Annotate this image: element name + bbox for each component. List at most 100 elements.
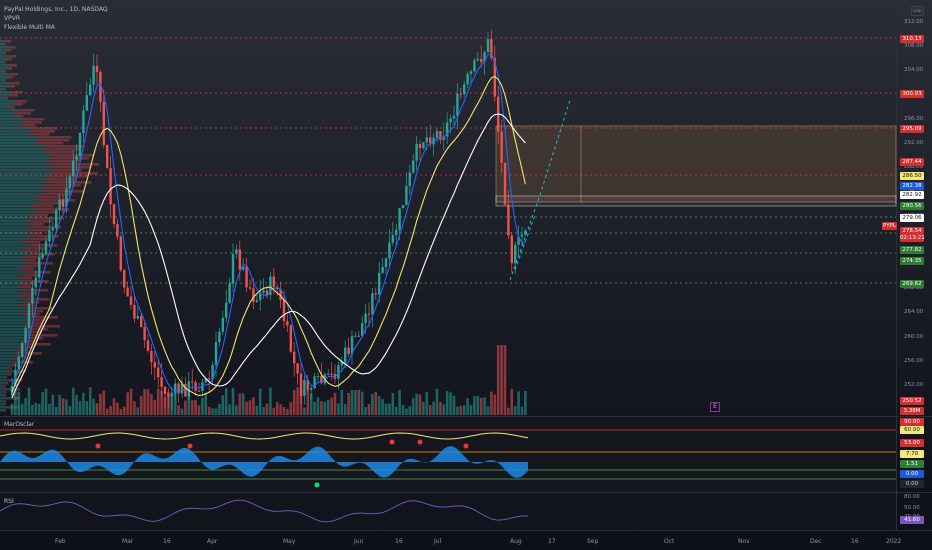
volume-bar <box>241 393 245 415</box>
vp-bar-up <box>0 181 51 184</box>
vp-bar-up <box>0 214 27 217</box>
vp-bar-up <box>0 289 27 292</box>
volume-bar <box>99 393 102 415</box>
time-tick: Mar <box>122 538 134 545</box>
volume-bar <box>150 394 153 415</box>
price-tick: 308.00 <box>904 43 924 50</box>
oscillator-label[interactable]: MarOsclar <box>4 421 34 428</box>
volume-bar <box>401 404 405 415</box>
volume-bar <box>238 393 242 415</box>
vp-bar-up <box>0 226 34 229</box>
candle-body <box>208 378 211 380</box>
volume-bar <box>360 391 364 415</box>
vp-bar-up <box>0 358 11 361</box>
vp-bar-up <box>0 124 20 127</box>
volume-bar <box>415 393 418 415</box>
volume-bar <box>17 391 21 415</box>
volume-bar <box>258 388 262 415</box>
indicator-ma-label[interactable]: Flexible Multi MA <box>4 24 55 31</box>
price-tag: 269.62 <box>900 280 924 288</box>
volume-bar <box>449 392 452 415</box>
vp-bar-up <box>0 259 21 262</box>
volume-bar <box>112 398 116 415</box>
vp-bar-up <box>0 148 45 151</box>
candle-body <box>160 377 163 387</box>
volume-bar <box>405 408 408 415</box>
candle-body <box>68 176 71 189</box>
vp-bar-up <box>0 58 7 61</box>
time-tick: May <box>283 538 296 545</box>
vp-bar-up <box>0 163 55 166</box>
candle-body <box>289 325 292 352</box>
volume-bar <box>65 399 68 415</box>
vp-bar-down <box>46 190 84 193</box>
volume-bar <box>486 406 490 415</box>
vp-bar-up <box>0 394 4 397</box>
vp-bar-up <box>0 85 9 88</box>
volume-bar <box>44 388 48 415</box>
candle-body <box>473 60 476 72</box>
volume-bar <box>231 387 235 415</box>
time-tick: Apr <box>207 538 218 545</box>
vp-bar-up <box>0 340 21 343</box>
volume-bar <box>116 402 119 415</box>
vp-bar-down <box>22 241 41 244</box>
candle-body <box>520 234 524 237</box>
vp-bar-down <box>32 325 60 328</box>
price-tag: 250.52 <box>900 397 924 405</box>
candle-body <box>262 290 265 293</box>
indicator-vpvr-label[interactable]: VPVR <box>4 15 20 22</box>
candle-body <box>38 257 41 278</box>
vp-bar-up <box>0 331 24 334</box>
vp-bar-up <box>0 166 51 169</box>
vp-bar-down <box>27 298 50 301</box>
candle-body <box>41 253 44 258</box>
vp-bar-up <box>0 409 4 412</box>
volume-bar <box>500 345 503 415</box>
vp-bar-down <box>3 391 7 394</box>
volume-bar <box>92 398 95 415</box>
vp-bar-up <box>0 343 28 346</box>
candle-body <box>167 393 170 397</box>
candle-body <box>330 373 333 375</box>
vp-bar-down <box>25 247 47 250</box>
volume-bar <box>326 399 330 415</box>
vp-bar-up <box>0 271 28 274</box>
price-tag: 282.92 <box>900 191 924 199</box>
volume-bar <box>75 394 78 415</box>
candle-body <box>374 293 377 295</box>
candle-body <box>459 93 462 95</box>
vp-bar-down <box>14 100 28 103</box>
volume-bar <box>211 408 214 415</box>
vp-bar-down <box>7 106 15 109</box>
vp-bar-down <box>31 334 58 337</box>
candle-body <box>395 229 398 236</box>
price-tag: 3.38M <box>900 407 924 415</box>
vp-bar-up <box>0 352 23 355</box>
candle-body <box>75 156 78 161</box>
volume-bar <box>493 394 497 415</box>
rsi-value-tag: 41.60 <box>900 516 924 524</box>
candle-body <box>150 350 153 363</box>
volume-bar <box>286 408 289 415</box>
vp-bar-down <box>26 238 49 241</box>
vp-bar-down <box>4 376 8 379</box>
earnings-event-marker[interactable]: E <box>710 402 720 412</box>
volume-bar <box>517 391 520 415</box>
volume-bar <box>469 405 473 415</box>
price-tag: 280.56 <box>900 202 924 210</box>
vp-bar-up <box>0 298 28 301</box>
volume-bar <box>136 407 140 415</box>
candle-body <box>272 276 275 287</box>
vp-bar-up <box>0 40 7 43</box>
volume-bar <box>466 398 469 415</box>
vp-bar-down <box>31 211 58 214</box>
price-tag: 287.44 <box>900 158 924 166</box>
vp-bar-up <box>0 247 26 250</box>
currency-button[interactable]: USD <box>911 6 924 16</box>
candle-body <box>327 373 330 375</box>
chart-canvas[interactable] <box>0 0 932 550</box>
pane-divider <box>0 492 932 493</box>
candle-body <box>405 186 408 206</box>
rsi-label[interactable]: RSI <box>4 498 14 505</box>
